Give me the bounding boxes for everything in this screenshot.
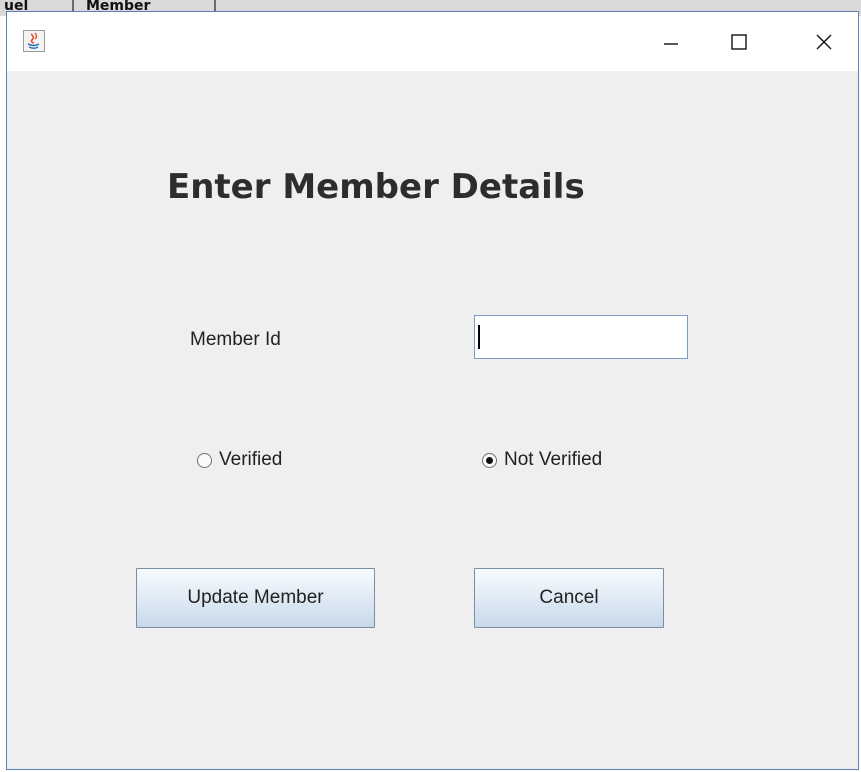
minimize-icon [664, 43, 678, 45]
radio-checked-icon [482, 452, 497, 468]
java-icon[interactable] [23, 30, 45, 52]
maximize-button[interactable] [717, 24, 761, 60]
close-icon [816, 34, 832, 50]
title-bar [7, 12, 858, 71]
radio-unchecked-icon [197, 452, 212, 468]
member-id-input[interactable] [474, 315, 688, 359]
radio-verified[interactable]: Verified [197, 449, 282, 471]
dialog-content: Enter Member Details Member Id Verified … [7, 71, 858, 770]
radio-not-verified[interactable]: Not Verified [482, 449, 602, 471]
page-title: Enter Member Details [167, 167, 585, 207]
text-caret [478, 325, 480, 349]
cancel-button[interactable]: Cancel [474, 568, 664, 628]
maximize-icon [731, 34, 747, 50]
radio-not-verified-label: Not Verified [504, 449, 603, 470]
update-member-dialog: Enter Member Details Member Id Verified … [6, 11, 859, 770]
radio-dot [486, 456, 493, 464]
update-member-button[interactable]: Update Member [136, 568, 375, 628]
close-button[interactable] [802, 24, 846, 60]
minimize-button[interactable] [649, 24, 693, 60]
radio-verified-label: Verified [219, 449, 283, 470]
member-id-label: Member Id [190, 329, 281, 350]
